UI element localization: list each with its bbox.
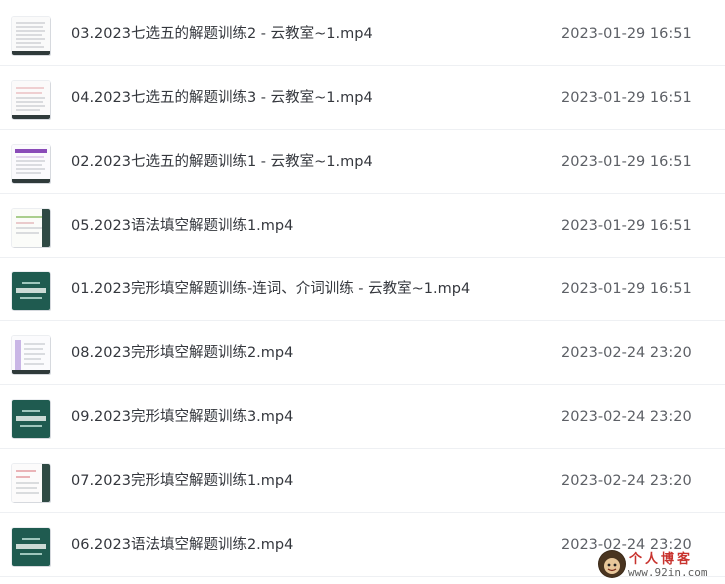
file-date: 2023-01-29 16:51: [561, 218, 692, 234]
video-thumbnail: [12, 81, 50, 119]
file-date: 2023-01-29 16:51: [561, 154, 692, 170]
video-thumbnail: [12, 145, 50, 183]
file-date: 2023-02-24 23:20: [561, 409, 692, 425]
video-thumbnail: [12, 464, 50, 502]
video-thumbnail: [12, 272, 50, 310]
file-name: 04.2023七选五的解题训练3 - 云教室~1.mp4: [71, 90, 373, 106]
file-row[interactable]: 01.2023完形填空解题训练-连词、介词训练 - 云教室~1.mp4 2023…: [0, 258, 725, 321]
file-name: 09.2023完形填空解题训练3.mp4: [71, 409, 294, 425]
file-date: 2023-01-29 16:51: [561, 281, 692, 297]
file-date: 2023-02-24 23:20: [561, 345, 692, 361]
file-row[interactable]: 08.2023完形填空解题训练2.mp4 2023-02-24 23:20: [0, 322, 725, 385]
video-thumbnail: [12, 17, 50, 55]
file-name: 07.2023完形填空解题训练1.mp4: [71, 473, 294, 489]
file-name: 01.2023完形填空解题训练-连词、介词训练 - 云教室~1.mp4: [71, 281, 471, 297]
file-name: 08.2023完形填空解题训练2.mp4: [71, 345, 294, 361]
file-row[interactable]: 09.2023完形填空解题训练3.mp4 2023-02-24 23:20: [0, 386, 725, 449]
file-row[interactable]: 04.2023七选五的解题训练3 - 云教室~1.mp4 2023-01-29 …: [0, 67, 725, 130]
file-row[interactable]: 05.2023语法填空解题训练1.mp4 2023-01-29 16:51: [0, 195, 725, 258]
video-thumbnail: [12, 528, 50, 566]
file-row[interactable]: 02.2023七选五的解题训练1 - 云教室~1.mp4 2023-01-29 …: [0, 131, 725, 194]
file-date: 2023-01-29 16:51: [561, 26, 692, 42]
file-row[interactable]: 07.2023完形填空解题训练1.mp4 2023-02-24 23:20: [0, 450, 725, 513]
watermark-url: www.92in.com: [628, 566, 708, 579]
site-watermark: 个人博客 www.92in.com: [598, 546, 725, 584]
file-date: 2023-02-24 23:20: [561, 473, 692, 489]
avatar-icon: [598, 550, 626, 578]
video-thumbnail: [12, 400, 50, 438]
file-name: 03.2023七选五的解题训练2 - 云教室~1.mp4: [71, 26, 373, 42]
file-date: 2023-01-29 16:51: [561, 90, 692, 106]
file-name: 06.2023语法填空解题训练2.mp4: [71, 537, 294, 553]
file-name: 02.2023七选五的解题训练1 - 云教室~1.mp4: [71, 154, 373, 170]
file-name: 05.2023语法填空解题训练1.mp4: [71, 218, 294, 234]
video-thumbnail: [12, 336, 50, 374]
file-row[interactable]: 03.2023七选五的解题训练2 - 云教室~1.mp4 2023-01-29 …: [0, 3, 725, 66]
video-thumbnail: [12, 209, 50, 247]
watermark-title: 个人博客: [629, 552, 694, 567]
